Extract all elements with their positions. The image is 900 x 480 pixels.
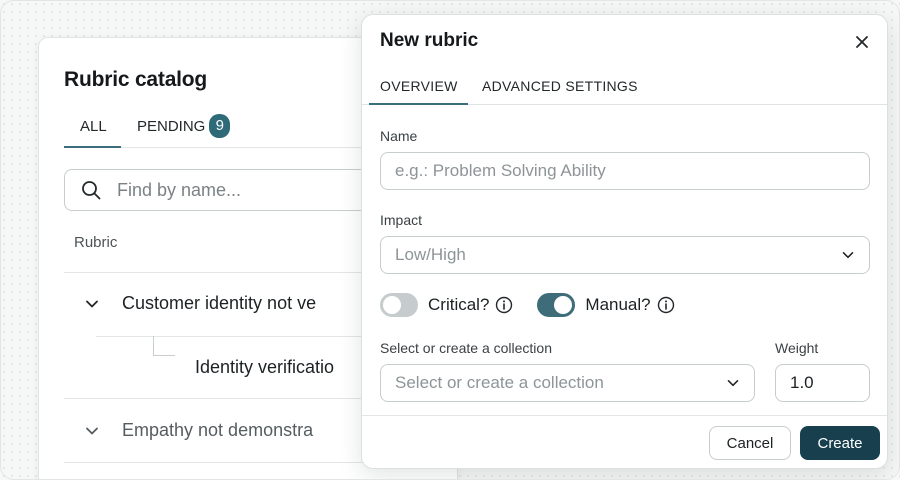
tree-connector (153, 336, 175, 356)
list-item-label: Empathy not demonstra (122, 420, 314, 440)
chevron-down-icon[interactable] (84, 423, 100, 439)
tab-pending-label: PENDING (137, 118, 206, 135)
new-rubric-modal: New rubric OVERVIEW ADVANCED SETTINGS Na… (361, 14, 888, 469)
name-input[interactable] (395, 161, 855, 181)
tab-overview-active-indicator (369, 103, 468, 105)
info-icon[interactable] (657, 296, 675, 314)
tab-all[interactable]: ALL (80, 118, 107, 148)
weight-label: Weight (775, 340, 819, 356)
critical-toggle[interactable] (380, 293, 418, 317)
footer-divider (362, 415, 887, 416)
list-item-child[interactable]: Identity verificatio (195, 357, 334, 378)
tab-all-active-indicator (64, 146, 121, 148)
toggle-knob (383, 296, 401, 314)
app-frame: Rubric catalog ALL PENDING 9 Rubric (0, 0, 900, 480)
list-item[interactable]: Customer identity not ve (84, 293, 316, 314)
collection-placeholder: Select or create a collection (395, 373, 604, 392)
info-icon[interactable] (495, 296, 513, 314)
name-label: Name (380, 128, 418, 144)
impact-select[interactable]: Low/High (380, 236, 870, 274)
impact-label: Impact (380, 212, 423, 228)
toggle-knob (554, 296, 573, 314)
weight-input[interactable] (790, 373, 855, 393)
catalog-title: Rubric catalog (64, 68, 208, 91)
list-item-label: Customer identity not ve (122, 293, 317, 313)
chevron-down-icon[interactable] (84, 296, 100, 312)
tab-all-label: ALL (80, 118, 107, 135)
toggles-row: Critical? Manual? (380, 293, 675, 317)
impact-selected-value: Low/High (395, 245, 466, 264)
collection-select[interactable]: Select or create a collection (380, 364, 755, 402)
modal-tabs: OVERVIEW ADVANCED SETTINGS (362, 75, 887, 105)
critical-label: Critical? (428, 295, 490, 314)
tab-pending[interactable]: PENDING 9 (137, 114, 231, 148)
cancel-button[interactable]: Cancel (709, 426, 791, 460)
column-header-rubric: Rubric (74, 234, 118, 251)
collection-label: Select or create a collection (380, 340, 552, 356)
create-button[interactable]: Create (800, 426, 880, 460)
chevron-down-icon (727, 380, 739, 387)
manual-toggle[interactable] (537, 293, 576, 317)
list-item[interactable]: Empathy not demonstra (84, 420, 313, 441)
close-icon[interactable] (853, 33, 871, 51)
tab-overview[interactable]: OVERVIEW (380, 78, 458, 94)
manual-label: Manual? (585, 295, 651, 314)
modal-title: New rubric (380, 30, 479, 51)
search-icon (82, 181, 101, 200)
weight-field[interactable] (775, 364, 870, 402)
chevron-down-icon (842, 252, 854, 259)
tab-advanced-settings[interactable]: ADVANCED SETTINGS (482, 78, 638, 94)
name-field[interactable] (380, 152, 870, 190)
list-item-label: Identity verificatio (195, 357, 335, 377)
pending-count-badge: 9 (209, 114, 231, 138)
